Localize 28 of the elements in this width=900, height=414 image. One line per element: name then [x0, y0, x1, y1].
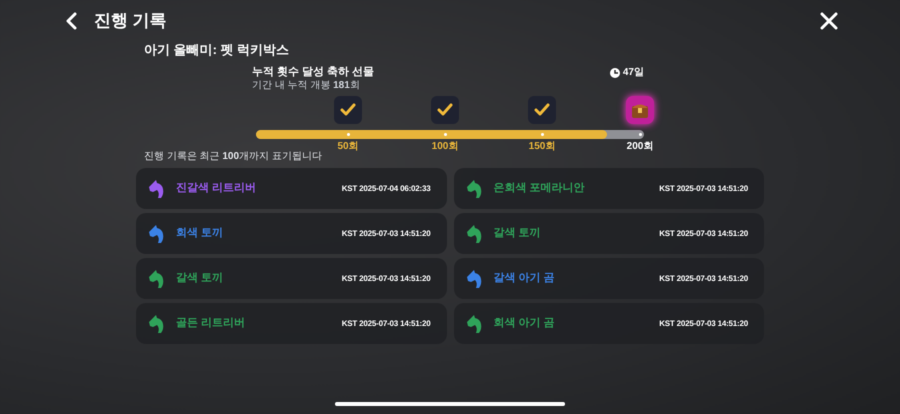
item-name: 갈색 토끼	[176, 271, 224, 286]
clock-icon	[610, 68, 620, 78]
timestamp: KST 2025-07-03 14:51:20	[659, 318, 748, 330]
notice-text: 진행 기록은 최근 100개까지 표기됩니다	[144, 150, 322, 164]
timestamp: KST 2025-07-03 14:51:20	[659, 272, 748, 284]
item-name: 갈색 토끼	[494, 226, 541, 242]
close-icon[interactable]	[820, 12, 838, 30]
milestone-label: 50회	[336, 141, 360, 153]
item-name: 은회색 포메라니안	[494, 181, 585, 196]
time-left: 47일	[622, 66, 644, 80]
item-name: 진갈색 리트리버	[176, 181, 256, 196]
item-name: 회색 토끼	[176, 226, 224, 242]
reward-title: 누적 횟수 달성 축하 선물	[252, 65, 374, 79]
timestamp: KST 2025-07-03 14:51:20	[342, 272, 430, 284]
timestamp: KST 2025-07-03 14:51:20	[659, 228, 748, 240]
timestamp: KST 2025-07-04 06:02:33	[342, 182, 430, 194]
item-name: 골든 리트리버	[176, 316, 246, 332]
milestone-label: 100회	[430, 141, 460, 153]
milestone-label: 150회	[528, 141, 556, 153]
page-title: 진행 기록	[94, 10, 167, 32]
timestamp: KST 2025-07-03 14:51:20	[342, 228, 430, 240]
item-name: 갈색 아기 곰	[494, 271, 555, 286]
timestamp: KST 2025-07-03 14:51:20	[659, 182, 748, 194]
box-title: 아기 올빼미: 펫 럭키박스	[144, 41, 290, 59]
timestamp: KST 2025-07-03 14:51:20	[342, 318, 430, 330]
milestone-label: 200회	[626, 141, 654, 153]
item-name: 회색 아기 곰	[494, 316, 555, 332]
progress-text: 기간 내 누적 개봉 181회	[252, 79, 360, 92]
